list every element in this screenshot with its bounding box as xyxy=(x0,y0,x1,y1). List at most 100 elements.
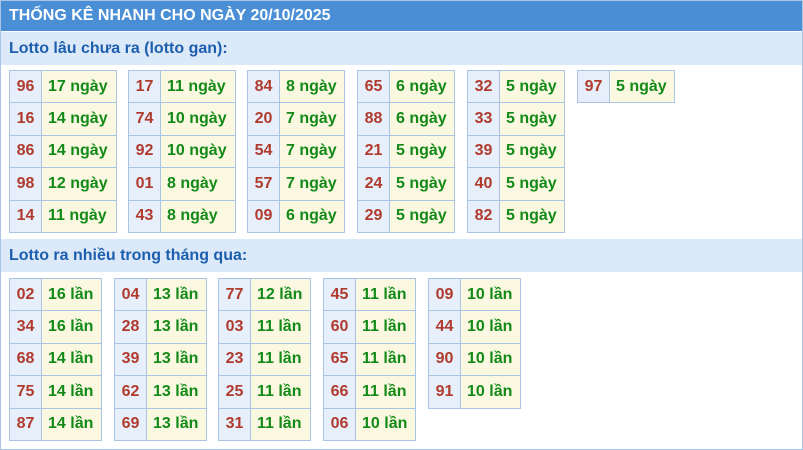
lotto-count: 8 ngày xyxy=(279,69,345,104)
lotto-count: 5 ngày xyxy=(499,69,565,104)
lotto-number: 90 xyxy=(428,342,461,377)
lotto-number: 69 xyxy=(114,407,147,441)
table-row: 14 11 ngày xyxy=(9,199,117,233)
lotto-count: 7 ngày xyxy=(279,134,345,169)
lotto-count: 11 lần xyxy=(250,342,311,377)
table-row: 69 13 lần xyxy=(114,407,207,441)
table-row: 04 13 lần xyxy=(114,277,207,312)
table-row: 82 5 ngày xyxy=(467,199,565,233)
frequent-group: 04 13 lần 28 13 lần 39 13 lần 62 13 lần 69 13 lần xyxy=(114,277,207,441)
lotto-number: 17 xyxy=(128,69,161,104)
lotto-count: 11 lần xyxy=(355,277,416,312)
lotto-number: 02 xyxy=(9,277,42,312)
lotto-count: 13 lần xyxy=(146,310,207,344)
lotto-count: 5 ngày xyxy=(499,102,565,136)
lotto-number: 66 xyxy=(323,375,356,409)
table-row: 88 6 ngày xyxy=(357,102,455,136)
lotto-number: 01 xyxy=(128,167,161,201)
gan-group: 32 5 ngày 33 5 ngày 39 5 ngày 40 5 ngày 82 5 ngày xyxy=(467,69,565,233)
lotto-count: 6 ngày xyxy=(389,69,455,104)
lotto-number: 16 xyxy=(9,102,42,136)
table-row: 43 8 ngày xyxy=(128,199,236,233)
lotto-number: 24 xyxy=(357,167,390,201)
lotto-count: 11 lần xyxy=(250,407,311,441)
lotto-count: 5 ngày xyxy=(609,69,675,104)
table-row: 98 12 ngày xyxy=(9,167,117,201)
lotto-number: 88 xyxy=(357,102,390,136)
lotto-count: 16 lần xyxy=(41,310,102,344)
gan-group: 97 5 ngày xyxy=(577,69,675,104)
lotto-number: 28 xyxy=(114,310,147,344)
table-row: 97 5 ngày xyxy=(577,69,675,104)
frequent-group: 77 12 lần 03 11 lần 23 11 lần 25 11 lần 31 11 lần xyxy=(218,277,311,441)
lotto-count: 12 lần xyxy=(250,277,311,312)
table-row: 65 6 ngày xyxy=(357,69,455,104)
lotto-number: 68 xyxy=(9,342,42,377)
lotto-count: 5 ngày xyxy=(389,134,455,169)
table-row: 39 5 ngày xyxy=(467,134,565,169)
page-title: THỐNG KÊ NHANH CHO NGÀY 20/10/2025 xyxy=(1,1,802,31)
lotto-number: 23 xyxy=(218,342,251,377)
lotto-number: 57 xyxy=(247,167,280,201)
lotto-count: 17 ngày xyxy=(41,69,117,104)
lotto-count: 10 lần xyxy=(460,375,521,409)
table-row: 28 13 lần xyxy=(114,310,207,344)
table-row: 66 11 lần xyxy=(323,375,416,409)
lotto-count: 7 ngày xyxy=(279,167,345,201)
table-row: 60 11 lần xyxy=(323,310,416,344)
lotto-count: 13 lần xyxy=(146,277,207,312)
table-row: 57 7 ngày xyxy=(247,167,345,201)
gan-group: 17 11 ngày 74 10 ngày 92 10 ngày 01 8 ngày 43 8 n… xyxy=(128,69,236,233)
lotto-number: 31 xyxy=(218,407,251,441)
lotto-count: 10 ngày xyxy=(160,102,236,136)
table-row: 20 7 ngày xyxy=(247,102,345,136)
table-row: 23 11 lần xyxy=(218,342,311,377)
lotto-number: 98 xyxy=(9,167,42,201)
lotto-count: 13 lần xyxy=(146,342,207,377)
table-row: 02 16 lần xyxy=(9,277,102,312)
table-row: 74 10 ngày xyxy=(128,102,236,136)
table-row: 09 6 ngày xyxy=(247,199,345,233)
table-row: 68 14 lần xyxy=(9,342,102,377)
table-row: 54 7 ngày xyxy=(247,134,345,169)
lotto-count: 14 ngày xyxy=(41,134,117,169)
lotto-number: 44 xyxy=(428,310,461,344)
lotto-count: 11 lần xyxy=(355,342,416,377)
table-row: 29 5 ngày xyxy=(357,199,455,233)
lotto-number: 96 xyxy=(9,69,42,104)
lotto-number: 04 xyxy=(114,277,147,312)
table-row: 31 11 lần xyxy=(218,407,311,441)
lotto-count: 7 ngày xyxy=(279,102,345,136)
lotto-count: 14 lần xyxy=(41,375,102,409)
lotto-number: 14 xyxy=(9,199,42,233)
table-row: 86 14 ngày xyxy=(9,134,117,169)
lotto-number: 62 xyxy=(114,375,147,409)
table-row: 32 5 ngày xyxy=(467,69,565,104)
lotto-count: 14 lần xyxy=(41,342,102,377)
table-row: 91 10 lần xyxy=(428,375,521,409)
lotto-count: 13 lần xyxy=(146,375,207,409)
lotto-number: 34 xyxy=(9,310,42,344)
lotto-number: 75 xyxy=(9,375,42,409)
lotto-count: 8 ngày xyxy=(160,199,236,233)
table-row: 92 10 ngày xyxy=(128,134,236,169)
lotto-number: 39 xyxy=(114,342,147,377)
gan-group: 96 17 ngày 16 14 ngày 86 14 ngày 98 12 ngày 14 11… xyxy=(9,69,117,233)
lotto-count: 14 ngày xyxy=(41,102,117,136)
lotto-count: 10 lần xyxy=(460,310,521,344)
lotto-number: 06 xyxy=(323,407,356,441)
table-row: 45 11 lần xyxy=(323,277,416,312)
lotto-number: 43 xyxy=(128,199,161,233)
lotto-number: 45 xyxy=(323,277,356,312)
lotto-number: 65 xyxy=(357,69,390,104)
lotto-number: 54 xyxy=(247,134,280,169)
lotto-count: 5 ngày xyxy=(499,199,565,233)
table-row: 34 16 lần xyxy=(9,310,102,344)
table-row: 39 13 lần xyxy=(114,342,207,377)
lotto-number: 65 xyxy=(323,342,356,377)
table-row: 84 8 ngày xyxy=(247,69,345,104)
lotto-number: 32 xyxy=(467,69,500,104)
lotto-count: 11 ngày xyxy=(41,199,117,233)
lotto-number: 92 xyxy=(128,134,161,169)
lotto-count: 5 ngày xyxy=(499,134,565,169)
